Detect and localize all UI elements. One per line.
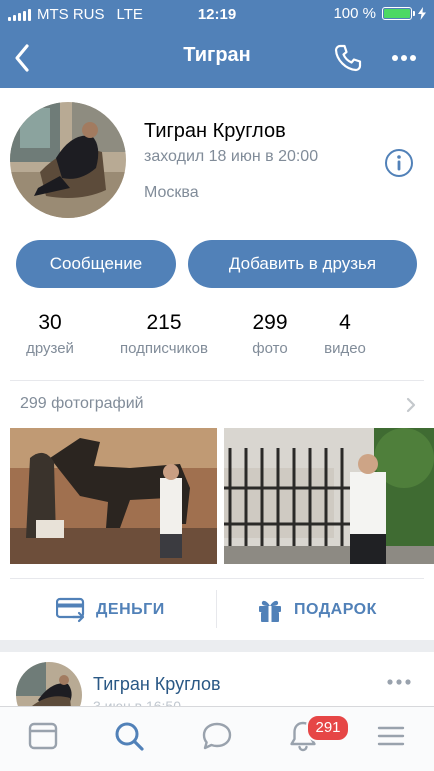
profile-counters: 30 друзей 215 подписчиков 299 фото 4 вид… [0, 310, 434, 366]
profile-city: Москва [144, 184, 199, 201]
status-bar: MTS RUS LTE 12:19 100 % [0, 0, 434, 30]
top-bar: MTS RUS LTE 12:19 100 % Тигран [0, 0, 434, 88]
photos-header[interactable]: 299 фотографий [20, 395, 144, 413]
counter-videos[interactable]: 4 видео [316, 310, 374, 357]
counter-value: 4 [339, 311, 351, 334]
chevron-right-icon[interactable] [404, 396, 418, 414]
wall-post[interactable]: Тигран Круглов 3 июн в 16:50 [0, 652, 434, 712]
phone-icon[interactable] [332, 42, 364, 74]
message-button[interactable]: Сообщение [16, 240, 176, 288]
avatar-photo [10, 102, 126, 218]
gift-button[interactable]: ПОДАРОК [256, 580, 377, 640]
post-avatar-photo [16, 662, 82, 712]
counter-value: 215 [146, 311, 182, 334]
actions-divider [216, 590, 217, 628]
counter-label: видео [324, 340, 366, 357]
counter-value: 299 [252, 311, 288, 334]
counter-label: друзей [26, 340, 74, 357]
navigation-bar: Тигран [0, 30, 434, 86]
counter-friends[interactable]: 30 друзей [18, 310, 82, 357]
add-friend-button[interactable]: Добавить в друзья [188, 240, 417, 288]
card-transfer-icon [56, 597, 85, 623]
gift-label: ПОДАРОК [294, 601, 377, 618]
divider [10, 380, 424, 381]
actions-row: ДЕНЬГИ ПОДАРОК [0, 580, 434, 640]
profile-card: Тигран Круглов заходил 18 июн в 20:00 Мо… [0, 88, 434, 640]
page-title: Тигран [183, 44, 251, 66]
photo-thumbnail[interactable] [10, 428, 217, 564]
more-horizontal-icon[interactable] [384, 674, 414, 690]
battery-icon [382, 7, 415, 20]
battery-label: 100 % [333, 5, 376, 22]
money-label: ДЕНЬГИ [96, 601, 165, 618]
counter-label: подписчиков [120, 340, 208, 357]
profile-name: Тигран Круглов [144, 120, 286, 142]
counter-followers[interactable]: 215 подписчиков [106, 310, 222, 357]
post-author[interactable]: Тигран Круглов [93, 674, 221, 695]
info-icon[interactable] [384, 148, 414, 178]
last-seen: заходил 18 июн в 20:00 [144, 148, 319, 165]
search-icon[interactable] [112, 719, 146, 753]
charging-icon [418, 7, 426, 20]
post-avatar[interactable] [16, 662, 82, 712]
counter-label: фото [252, 340, 288, 357]
tab-bar [0, 706, 434, 771]
notifications-badge: 291 [306, 714, 350, 742]
avatar[interactable] [10, 102, 126, 218]
counter-value: 30 [38, 311, 62, 334]
photo-museum [10, 428, 217, 564]
gift-icon [259, 600, 281, 622]
menu-icon[interactable] [374, 719, 408, 753]
money-button[interactable]: ДЕНЬГИ [56, 580, 165, 640]
messages-icon[interactable] [200, 719, 234, 753]
news-feed-icon[interactable] [26, 719, 60, 753]
divider [10, 578, 424, 579]
photo-park [224, 428, 434, 564]
more-horizontal-icon[interactable] [388, 42, 420, 74]
counter-photos[interactable]: 299 фото [240, 310, 300, 357]
photo-thumbnail[interactable] [224, 428, 434, 564]
